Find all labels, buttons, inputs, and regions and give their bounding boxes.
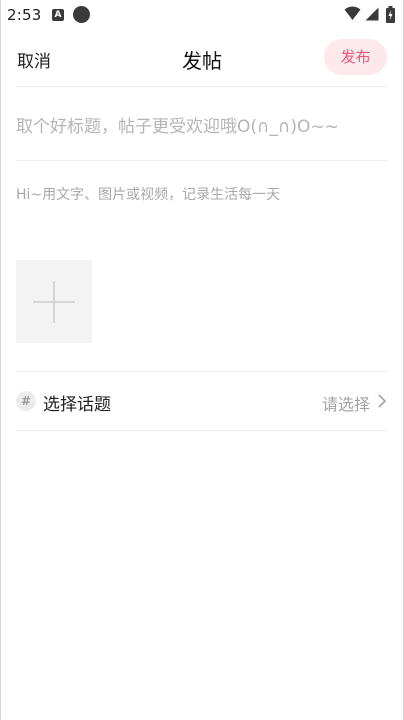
media-divider [16,371,388,372]
select-topic-label: 选择话题 [43,395,111,415]
notification-a-icon: A [52,9,64,21]
post-title-input[interactable]: 取个好标题，帖子更受欢迎哦O(∩_∩)O~~ [16,112,388,137]
notification-dot-icon [73,6,90,23]
top-nav-bar: 取消 发帖 发布 [0,30,404,84]
header-divider [16,86,388,87]
title-divider [16,160,388,161]
publish-button[interactable]: 发布 [324,39,387,75]
status-bar: 2:53 A [0,0,404,30]
app-frame [0,0,404,720]
signal-icon [365,7,379,21]
post-body-input[interactable]: Hi~用文字、图片或视频，记录生活每一天 [16,184,388,204]
topic-divider [16,430,388,431]
wifi-icon [344,6,361,20]
hash-icon: # [16,391,36,411]
topic-value-placeholder: 请选择 [321,395,370,414]
chevron-right-icon [378,394,386,408]
status-time: 2:53 [7,6,42,24]
battery-icon [386,6,395,23]
add-media-button[interactable] [16,260,92,343]
select-topic-row[interactable]: # 选择话题 请选择 [16,384,388,420]
